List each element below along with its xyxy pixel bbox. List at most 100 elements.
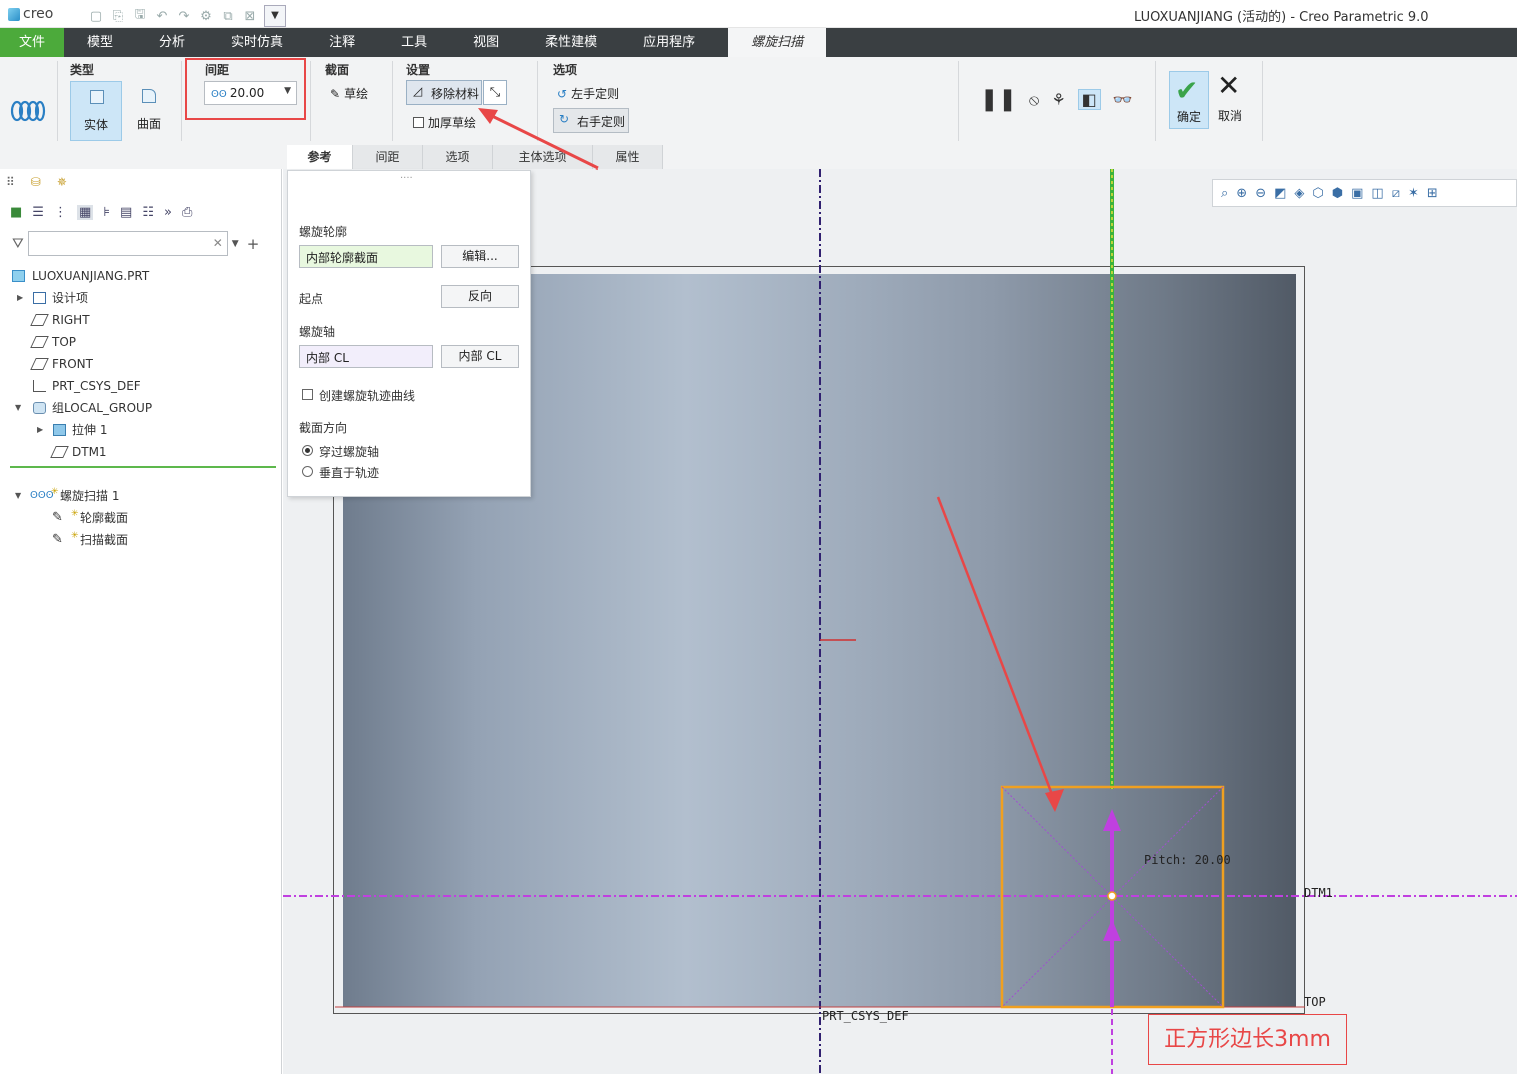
tree-item-profile-section[interactable]: ✎ ✳ 轮廓截面 [0, 507, 282, 529]
clear-icon[interactable]: ✕ [213, 236, 223, 250]
open-icon[interactable]: ⎘ [110, 9, 126, 24]
surface-icon [142, 89, 156, 103]
group-icon [33, 402, 46, 414]
tree-detail-icon[interactable]: ☷ [142, 205, 154, 220]
ribbon: 类型 实体 曲面 间距 ʘʘ 20.00 ▼ 截面 ✎ 草绘 设置 ◿ 移除材料 ⤡ … [0, 57, 1517, 169]
add-icon[interactable]: + [247, 235, 260, 253]
customize-dropdown[interactable]: ▼ [264, 5, 286, 27]
settings-group-label: 设置 [406, 63, 431, 77]
expand-icon[interactable]: ▶ [37, 419, 43, 441]
tree-list-icon[interactable]: ☰ [32, 205, 44, 220]
insert-indicator[interactable] [10, 466, 276, 468]
through-axis-label: 穿过螺旋轴 [319, 445, 380, 459]
surface-button[interactable]: 曲面 [123, 81, 175, 141]
menu-live-simulation[interactable]: 实时仿真 [208, 28, 306, 57]
remove-material-icon: ◿ [413, 84, 423, 98]
helix-profile-field[interactable]: 内部轮廓截面 [299, 245, 433, 268]
chevron-down-icon[interactable]: ▼ [284, 86, 291, 96]
menu-flexible-modeling[interactable]: 柔性建模 [522, 28, 620, 57]
helix-axis-label: 螺旋轴 [299, 325, 336, 339]
undo-icon[interactable]: ↶ [154, 9, 170, 24]
windows-icon[interactable]: ⧉ [220, 9, 236, 24]
menu-helical-sweep[interactable]: 螺旋扫描 [728, 28, 827, 57]
model-tree-tab-icon[interactable]: ⠿ [6, 175, 15, 189]
tree-item-front[interactable]: FRONT [0, 353, 282, 375]
tree-item-csys[interactable]: PRT_CSYS_DEF [0, 375, 282, 397]
tree-settings-icon[interactable]: ▤ [120, 205, 132, 220]
redo-icon[interactable]: ↷ [176, 9, 192, 24]
references-panel: ···· 螺旋轮廓 内部轮廓截面 编辑... 起点 反向 螺旋轴 内部 CL 内… [287, 170, 531, 497]
thicken-sketch-checkbox[interactable]: 加厚草绘 [413, 114, 476, 131]
tab-pitch[interactable]: 间距 [353, 145, 423, 169]
check-icon: ✔ [1175, 74, 1199, 107]
through-axis-radio[interactable] [302, 445, 313, 456]
part-icon[interactable]: ■ [10, 205, 22, 220]
funnel-icon: ⛛ [12, 235, 24, 252]
internal-cl-button[interactable]: 内部 CL [441, 345, 519, 368]
dtm1-label: DTM1 [1304, 886, 1333, 900]
separator [57, 61, 58, 141]
pause-icon[interactable]: ❚❚ [980, 87, 1017, 112]
tree-layout-icon[interactable]: ▦ [76, 205, 94, 220]
edit-button[interactable]: 编辑... [441, 245, 519, 268]
verify-preview-icon[interactable]: ◧ [1077, 89, 1101, 110]
no-preview-icon[interactable]: ⦸ [1029, 90, 1039, 110]
tree-item-dtm1[interactable]: DTM1 [0, 441, 282, 463]
regenerate-icon[interactable]: ⚙ [198, 9, 214, 24]
glasses-icon[interactable]: 👓 [1113, 90, 1133, 109]
tree-item-right[interactable]: RIGHT [0, 309, 282, 331]
extrude-icon [53, 424, 66, 436]
options-group-label: 选项 [553, 63, 578, 77]
menu-file[interactable]: 文件 [0, 28, 65, 57]
tree-item-sweep-section[interactable]: ✎ ✳ 扫描截面 [0, 529, 282, 551]
tree-columns-icon[interactable]: ⋮ [54, 205, 67, 220]
tree-item-top[interactable]: TOP [0, 331, 282, 353]
helix-axis-field[interactable]: 内部 CL [299, 345, 433, 368]
top-label: TOP [1304, 995, 1326, 1009]
menu-analysis[interactable]: 分析 [136, 28, 208, 57]
cancel-button[interactable]: ✕ 取消 [1213, 69, 1247, 129]
tree-search-input[interactable]: ✕ [27, 231, 228, 256]
pitch-input[interactable]: ʘʘ 20.00 ▼ [204, 81, 297, 105]
tree-filter-icon[interactable]: ⊧ [103, 205, 110, 220]
tree-item-local-group[interactable]: ▼ 组LOCAL_GROUP [0, 397, 282, 419]
normal-trajectory-radio[interactable] [302, 466, 313, 477]
more-icon[interactable]: » [164, 205, 172, 220]
new-icon[interactable]: ▢ [88, 9, 104, 24]
new-feature-icon: ✳ [71, 531, 79, 541]
tree-item-extrude[interactable]: ▶ 拉伸 1 [0, 419, 282, 441]
normal-trajectory-label: 垂直于轨迹 [319, 466, 380, 480]
favorites-tab-icon[interactable]: ✵ [57, 175, 67, 189]
new-feature-icon: ✳ [71, 509, 79, 519]
collapse-icon[interactable]: ▼ [15, 397, 21, 419]
start-point-label: 起点 [299, 292, 324, 306]
menu-bar: 文件 模型 分析 实时仿真 注释 工具 视图 柔性建模 应用程序 螺旋扫描 [0, 28, 1517, 57]
separator [310, 61, 311, 141]
panel-grip-icon[interactable]: ···· [400, 173, 413, 184]
chevron-down-icon[interactable]: ▼ [232, 239, 239, 249]
menu-view[interactable]: 视图 [450, 28, 522, 57]
datum-plane-icon [30, 358, 49, 370]
tree-item-helical-sweep[interactable]: ▼ ʘʘʘ ✳ 螺旋扫描 1 [0, 485, 282, 507]
ok-button[interactable]: ✔ 确定 [1169, 71, 1209, 129]
solid-button[interactable]: 实体 [70, 81, 122, 141]
new-feature-icon: ✳ [51, 487, 59, 497]
menu-model[interactable]: 模型 [64, 28, 136, 57]
tab-references[interactable]: 参考 [287, 145, 353, 169]
tree-item-design-items[interactable]: ▶ 设计项 [0, 287, 282, 309]
save-icon[interactable]: 🖫 [132, 5, 148, 27]
close-window-icon[interactable]: ⊠ [242, 9, 258, 24]
export-icon[interactable]: ⎙ [182, 205, 192, 220]
menu-tools[interactable]: 工具 [378, 28, 450, 57]
flip-button[interactable]: 反向 [441, 285, 519, 308]
folder-browser-tab-icon[interactable]: ⛁ [31, 175, 41, 189]
attach-preview-icon[interactable]: ⚘ [1051, 90, 1065, 109]
create-curve-checkbox[interactable] [302, 389, 313, 400]
collapse-icon[interactable]: ▼ [15, 485, 21, 507]
sketch-button[interactable]: ✎ 草绘 [330, 85, 368, 102]
menu-applications[interactable]: 应用程序 [620, 28, 718, 57]
datum-plane-icon [50, 446, 69, 458]
menu-annotate[interactable]: 注释 [306, 28, 378, 57]
tree-item-part[interactable]: LUOXUANJIANG.PRT [0, 265, 282, 287]
expand-icon[interactable]: ▶ [17, 287, 23, 309]
